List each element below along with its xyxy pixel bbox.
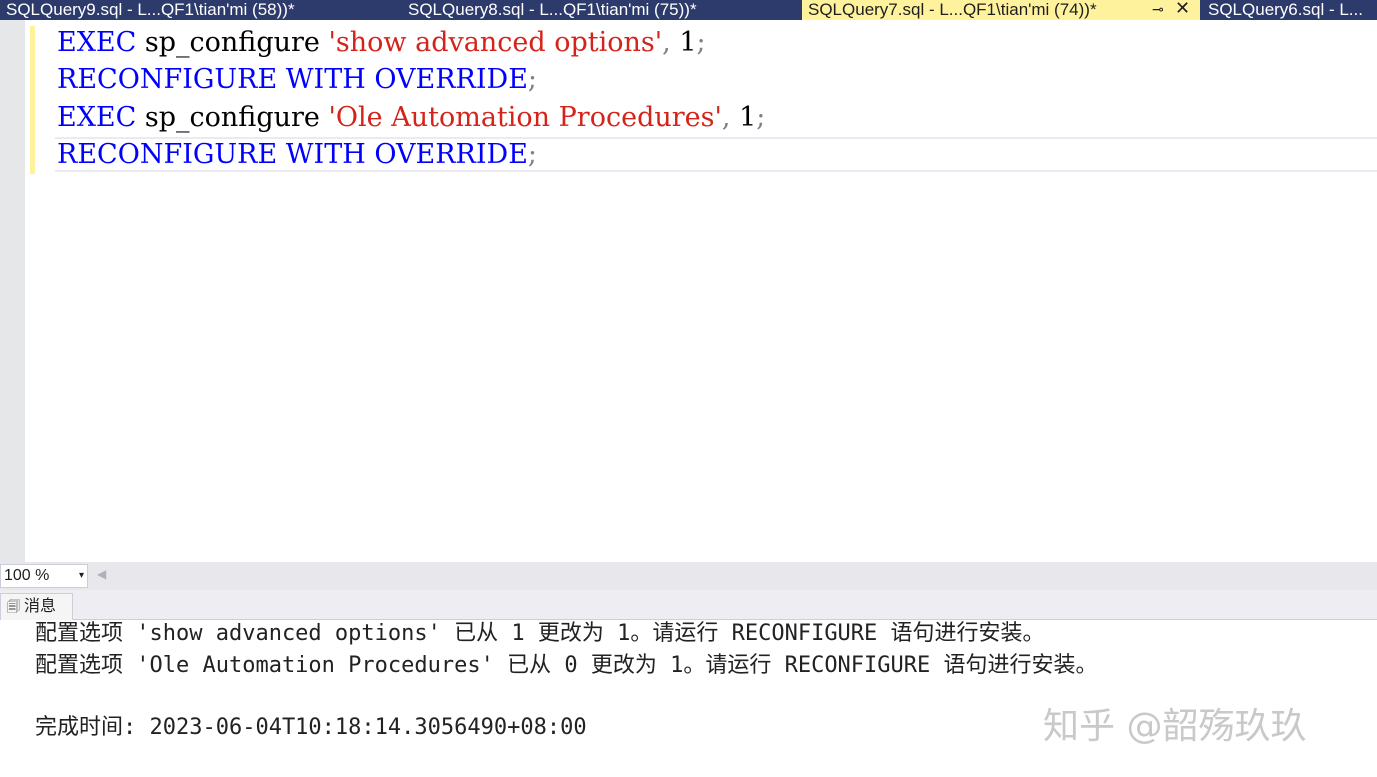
zoom-bar: 100 % ▾ ◀: [0, 562, 1377, 590]
zoom-select[interactable]: 100 % ▾: [0, 564, 88, 588]
editor-gutter: [0, 20, 25, 562]
comma: ,: [662, 27, 671, 58]
tab-messages[interactable]: 🗐 消息: [0, 593, 73, 620]
tab-sqlquery6[interactable]: SQLQuery6.sql - L...: [1208, 0, 1377, 20]
sql-editor[interactable]: EXEC sp_configure 'show advanced options…: [0, 20, 1377, 562]
number-literal: 1: [739, 102, 757, 133]
close-icon[interactable]: ✕: [1175, 0, 1190, 18]
keyword-reconfigure: RECONFIGURE WITH OVERRIDE: [57, 64, 528, 95]
tab-messages-label: 消息: [24, 598, 57, 615]
chevron-down-icon[interactable]: ▾: [79, 565, 84, 587]
change-tracking-bar: [30, 26, 35, 174]
tab-sqlquery9[interactable]: SQLQuery9.sql - L...QF1\tian'mi (58))*: [6, 0, 386, 20]
semicolon: ;: [696, 27, 706, 58]
message-line: 配置选项 'Ole Automation Procedures' 已从 0 更改…: [35, 653, 1098, 678]
code-line-3[interactable]: EXEC sp_configure 'Ole Automation Proced…: [57, 99, 765, 136]
number-literal: 1: [679, 27, 697, 58]
keyword-exec: EXEC: [57, 102, 137, 133]
results-tab-bar: 🗐 消息: [0, 590, 1377, 620]
code-line-2[interactable]: RECONFIGURE WITH OVERRIDE;: [57, 61, 537, 98]
semicolon: ;: [527, 64, 538, 95]
string-literal: 'show advanced options': [328, 27, 663, 58]
comma: ,: [721, 102, 731, 133]
semicolon: ;: [756, 102, 766, 133]
watermark: 知乎 @韶殇玖玖: [1043, 706, 1307, 747]
keyword-reconfigure: RECONFIGURE WITH OVERRIDE: [57, 139, 528, 170]
identifier: sp_configure: [144, 27, 320, 58]
tab-sqlquery7[interactable]: SQLQuery7.sql - L...QF1\tian'mi (74))* ⊸…: [802, 0, 1200, 20]
string-literal: 'Ole Automation Procedures': [328, 102, 722, 133]
code-line-1[interactable]: EXEC sp_configure 'show advanced options…: [57, 24, 706, 61]
zoom-value: 100 %: [4, 567, 50, 584]
identifier: sp_configure: [144, 102, 320, 133]
message-line: 配置选项 'show advanced options' 已从 1 更改为 1。…: [35, 621, 1045, 646]
scroll-left-icon[interactable]: ◀: [97, 567, 106, 581]
keyword-exec: EXEC: [57, 27, 137, 58]
semicolon: ;: [527, 139, 538, 170]
messages-icon: 🗐: [7, 599, 20, 614]
code-line-4[interactable]: RECONFIGURE WITH OVERRIDE;: [57, 136, 537, 173]
pin-icon[interactable]: ⊸: [1152, 0, 1164, 19]
tab-sqlquery8[interactable]: SQLQuery8.sql - L...QF1\tian'mi (75))*: [408, 0, 798, 20]
completion-time: 完成时间: 2023-06-04T10:18:14.3056490+08:00: [35, 715, 587, 740]
document-tab-strip: SQLQuery9.sql - L...QF1\tian'mi (58))* S…: [0, 0, 1377, 20]
tab-label: SQLQuery7.sql - L...QF1\tian'mi (74))*: [808, 0, 1097, 19]
